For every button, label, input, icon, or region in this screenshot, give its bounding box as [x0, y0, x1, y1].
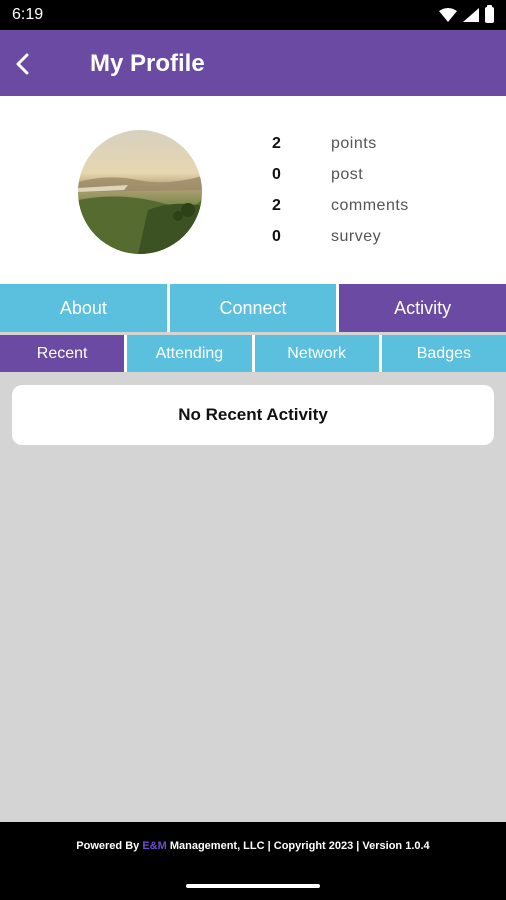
signal-icon — [463, 8, 479, 22]
stat-comments: 2 comments — [272, 190, 409, 221]
activity-content: No Recent Activity — [0, 372, 506, 822]
chevron-left-icon — [16, 53, 29, 75]
profile-tabs: About Connect Activity — [0, 284, 506, 332]
page-title: My Profile — [90, 50, 205, 77]
status-icons — [439, 5, 494, 23]
wifi-icon — [439, 8, 457, 22]
footer-prefix: Powered By — [76, 840, 143, 852]
stat-value: 2 — [272, 196, 281, 214]
activity-subtabs: Recent Attending Network Badges — [0, 335, 506, 372]
landscape-image — [78, 130, 202, 254]
footer: Powered By E&M Management, LLC | Copyrig… — [0, 822, 506, 900]
stat-survey: 0 survey — [272, 221, 409, 252]
empty-state-card: No Recent Activity — [12, 385, 494, 445]
subtab-recent[interactable]: Recent — [0, 335, 125, 372]
back-button[interactable] — [8, 48, 36, 80]
stat-value: 0 — [272, 227, 281, 245]
battery-icon — [485, 5, 494, 23]
stat-points: 2 points — [272, 128, 409, 159]
footer-brand[interactable]: E&M — [142, 840, 166, 852]
stat-label: survey — [331, 227, 382, 245]
stat-label: post — [331, 165, 364, 183]
empty-state-message: No Recent Activity — [178, 405, 328, 424]
profile-header: 2 points 0 post 2 comments 0 survey — [0, 98, 506, 284]
subtab-network[interactable]: Network — [254, 335, 379, 372]
avatar[interactable] — [78, 130, 202, 254]
tab-connect[interactable]: Connect — [169, 284, 337, 332]
stats-list: 2 points 0 post 2 comments 0 survey — [272, 128, 409, 252]
stat-label: comments — [331, 196, 409, 214]
subtab-badges[interactable]: Badges — [381, 335, 506, 372]
footer-text: Powered By E&M Management, LLC | Copyrig… — [0, 840, 506, 852]
stat-post: 0 post — [272, 159, 409, 190]
subtab-attending[interactable]: Attending — [127, 335, 252, 372]
app-bar: My Profile — [0, 30, 506, 98]
stat-value: 2 — [272, 134, 281, 152]
tab-about[interactable]: About — [0, 284, 167, 332]
status-bar: 6:19 — [0, 0, 506, 30]
stat-value: 0 — [272, 165, 281, 183]
status-time: 6:19 — [12, 6, 44, 23]
home-indicator[interactable] — [186, 884, 320, 888]
stat-label: points — [331, 134, 377, 152]
tab-activity[interactable]: Activity — [339, 284, 506, 332]
footer-suffix: Management, LLC | Copyright 2023 | Versi… — [166, 840, 430, 852]
